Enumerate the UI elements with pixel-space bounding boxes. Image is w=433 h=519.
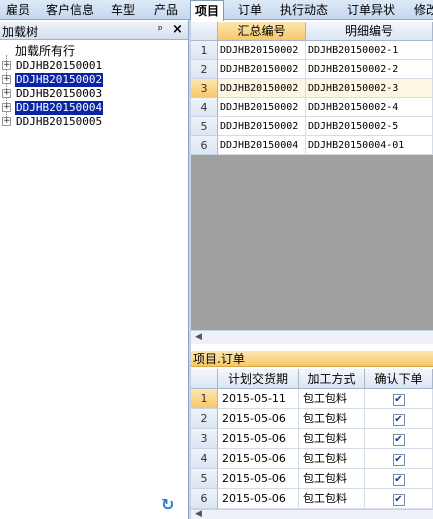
tab-modify[interactable]: 修改 [414,0,433,20]
summary-grid: 汇总编号 明细编号 1 DDJHB20150002 DDJHB20150002-… [191,22,433,344]
confirm-checkbox[interactable]: ✔ [392,434,405,446]
tree-panel-title: 加载树 [2,25,39,39]
grid-cell[interactable]: DDJHB20150004-01 [306,136,433,155]
confirm-checkbox[interactable]: ✔ [392,394,405,406]
grid-cell[interactable]: DDJHB20150002-4 [306,98,433,117]
row-header[interactable]: 2 [191,60,218,79]
grid-cell: ✔ [365,489,433,509]
tree-root[interactable]: 加载所有行 [15,44,75,58]
row-header[interactable]: 2 [191,409,218,429]
grid-cell[interactable]: DDJHB20150002 [218,98,306,117]
grid-corner[interactable] [191,22,218,41]
grid-cell[interactable]: DDJHB20150002-1 [306,41,433,60]
expand-icon[interactable]: + [2,89,11,98]
tab-order-exceptions[interactable]: 订单异状 [347,0,395,20]
row-header[interactable]: 3 [191,429,218,449]
tab-employees[interactable]: 雇员 [6,0,30,20]
tree-node[interactable]: + DDJHB20150003 [0,87,188,101]
row-header[interactable]: 5 [191,469,218,489]
grid-cell[interactable]: 2015-05-06 [218,409,299,429]
tree-node[interactable]: + DDJHB20150005 [0,115,188,129]
horizontal-scrollbar[interactable]: ◀ [191,509,433,519]
confirm-checkbox[interactable]: ✔ [392,494,405,506]
column-header[interactable]: 明细编号 [306,22,433,41]
grid-cell[interactable]: DDJHB20150002-5 [306,117,433,136]
grid-cell: ✔ [365,389,433,409]
tree-node-label[interactable]: DDJHB20150005 [15,115,103,129]
grid-cell[interactable]: DDJHB20150002-2 [306,60,433,79]
expand-icon[interactable]: + [2,117,11,126]
grid-cell: ✔ [365,449,433,469]
grid-cell[interactable]: 2015-05-11 [218,389,299,409]
grid-cell[interactable]: DDJHB20150002 [218,79,306,98]
expand-icon[interactable]: + [2,75,11,84]
expand-icon[interactable]: + [2,61,11,70]
tree-node[interactable]: + DDJHB20150002 [0,73,188,87]
tab-orders[interactable]: 订单 [238,0,262,20]
pin-icon[interactable]: ᵖ [158,23,163,36]
tree-panel-header: 加载树 ᵖ × [0,22,188,40]
row-header[interactable]: 6 [191,489,218,509]
grid-cell[interactable]: DDJHB20150004 [218,136,306,155]
confirm-checkbox[interactable]: ✔ [392,474,405,486]
grid-cell[interactable]: 包工包料 [299,389,365,409]
tab-customers[interactable]: 客户信息 [46,0,94,20]
grid-cell[interactable]: DDJHB20150002-3 [306,79,433,98]
grid-cell[interactable]: DDJHB20150002 [218,41,306,60]
row-header[interactable]: 1 [191,41,218,60]
grid-cell[interactable]: 包工包料 [299,449,365,469]
tree-node-label[interactable]: DDJHB20150004 [15,101,104,115]
grid-corner[interactable] [191,369,218,389]
grid-cell[interactable]: 2015-05-06 [218,469,299,489]
close-icon[interactable]: × [172,22,183,37]
grid-cell[interactable]: 包工包料 [299,489,365,509]
confirm-checkbox[interactable]: ✔ [392,414,405,426]
confirm-checkbox[interactable]: ✔ [392,454,405,466]
column-header[interactable]: 确认下单 [365,369,433,389]
grid-cell[interactable]: 2015-05-06 [218,449,299,469]
tree-node[interactable]: + DDJHB20150004 [0,101,188,115]
column-header[interactable]: 汇总编号 [218,22,306,41]
row-header[interactable]: 5 [191,117,218,136]
tree-node-label[interactable]: DDJHB20150002 [15,73,104,87]
row-header[interactable]: 6 [191,136,218,155]
sub-panel-title: 项目.订单 [191,351,433,367]
grid-cell[interactable]: 2015-05-06 [218,429,299,449]
tree-node[interactable]: + DDJHB20150001 [0,59,188,73]
scroll-left-icon[interactable]: ◀ [195,509,202,519]
column-header[interactable]: 加工方式 [299,369,365,389]
grid-cell: ✔ [365,469,433,489]
row-header[interactable]: 3 [191,79,218,98]
tab-products[interactable]: 产品 [154,0,178,20]
tree-view: 加载所有行 + DDJHB20150001 + DDJHB20150002 + … [0,41,188,519]
grid-cell[interactable]: 包工包料 [299,409,365,429]
main-tab-bar: 雇员 客户信息 车型 产品 项目 订单 执行动态 订单异状 修改 [0,0,433,21]
grid-cell[interactable]: 包工包料 [299,469,365,489]
horizontal-scrollbar[interactable]: ◀ [191,330,433,344]
tab-models[interactable]: 车型 [111,0,135,20]
tab-execution[interactable]: 执行动态 [280,0,328,20]
tab-projects[interactable]: 项目 [190,0,225,21]
row-header[interactable]: 4 [191,98,218,117]
grid-cell: ✔ [365,409,433,429]
tree-node-label[interactable]: DDJHB20150001 [15,59,103,73]
scroll-left-icon[interactable]: ◀ [195,332,202,342]
column-header[interactable]: 计划交货期 [218,369,299,389]
grid-cell[interactable]: 2015-05-06 [218,489,299,509]
row-header[interactable]: 4 [191,449,218,469]
tree-node-label[interactable]: DDJHB20150003 [15,87,103,101]
row-header[interactable]: 1 [191,389,218,409]
grid-cell[interactable]: DDJHB20150002 [218,117,306,136]
order-grid: 计划交货期 加工方式 确认下单 1 2015-05-11 包工包料 ✔ 2 20… [191,369,433,519]
grid-cell[interactable]: DDJHB20150002 [218,60,306,79]
expand-icon[interactable]: + [2,103,11,112]
grid-cell: ✔ [365,429,433,449]
grid-cell[interactable]: 包工包料 [299,429,365,449]
refresh-icon[interactable]: ↻ [161,495,177,514]
